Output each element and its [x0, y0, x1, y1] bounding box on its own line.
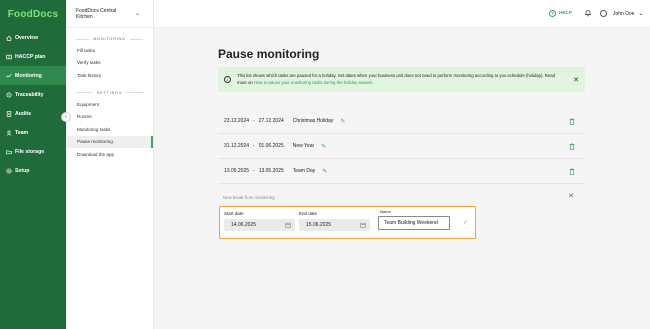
sidebar-item-pause-monitoring[interactable]: Pause monitoring: [66, 135, 153, 149]
logo[interactable]: FoodDocs: [0, 0, 66, 28]
top-bar: ? HELP John Doe ⌄: [154, 0, 650, 28]
date-separator: -: [253, 168, 255, 174]
check-icon[interactable]: ✓: [463, 219, 468, 226]
start-date-label: Start date: [224, 211, 244, 216]
info-icon: i: [224, 76, 231, 83]
name-label: Name: [380, 209, 391, 214]
nav-label: Setup: [15, 167, 30, 174]
close-icon[interactable]: ✕: [573, 76, 579, 84]
edit-icon[interactable]: ✎: [322, 168, 327, 175]
collapse-sidebar-button[interactable]: ‹: [61, 112, 71, 122]
break-row: 13.05.2025 - 13.05.2025 Team Day ✎: [218, 159, 585, 184]
sidebar-item-rooms[interactable]: Rooms: [66, 110, 153, 123]
break-row: 23.12.2024 - 27.12.2024 Christmas Holida…: [218, 109, 585, 134]
start-date-field[interactable]: 14.06.2025: [224, 219, 295, 231]
team-icon: [6, 130, 12, 136]
calendar-icon: [360, 222, 366, 228]
break-name: Christmas Holiday: [292, 118, 334, 124]
break-start: 31.12.2024: [224, 143, 250, 149]
sidebar-item-task-history[interactable]: Task history: [66, 69, 153, 82]
edit-icon[interactable]: ✎: [321, 143, 326, 150]
break-end: 01.06.2025: [258, 143, 284, 149]
break-end: 27.12.2024: [258, 118, 284, 124]
chevron-down-icon: ⌄: [135, 10, 141, 17]
audits-icon: [6, 110, 12, 117]
sidebar-item-monitoring-tasks[interactable]: Monitoring tasks: [66, 123, 153, 136]
sidebar-item-equipment[interactable]: Equipment: [66, 98, 153, 111]
name-input[interactable]: Team Building Weekend: [378, 216, 450, 230]
setup-icon: [6, 167, 12, 174]
nav-item-haccp-plan[interactable]: HACCP plan: [0, 47, 66, 66]
name-value: Team Building Weekend: [384, 220, 438, 226]
trash-icon[interactable]: [569, 142, 575, 150]
business-unit-name: FoodDocs Central Kitchen: [76, 7, 117, 20]
user-menu[interactable]: John Doe ⌄: [600, 10, 643, 17]
break-name: New Year: [292, 143, 315, 149]
break-name: Team Day: [292, 168, 316, 174]
section-settings: SETTINGS: [66, 91, 153, 95]
overview-icon: [6, 35, 12, 41]
trash-icon[interactable]: [569, 117, 575, 125]
nav-item-monitoring[interactable]: Monitoring: [0, 66, 66, 85]
nav-item-traceability[interactable]: Traceability: [0, 85, 66, 104]
user-name: John Doe: [613, 10, 635, 17]
main-nav: FoodDocs Overview HACCP plan Monitoring …: [0, 0, 66, 329]
nav-label: HACCP plan: [15, 53, 46, 60]
close-icon[interactable]: ✕: [568, 192, 574, 200]
nav-label: File storage: [15, 148, 45, 155]
edit-icon[interactable]: ✎: [340, 118, 345, 125]
avatar: [600, 10, 607, 17]
help-icon: ?: [549, 10, 556, 17]
end-date-label: End date: [299, 211, 318, 216]
haccp-icon: [6, 54, 12, 60]
start-date-value: 14.06.2025: [231, 222, 257, 228]
end-date-value: 15.06.2025: [306, 222, 332, 228]
file-storage-icon: [6, 149, 12, 155]
traceability-icon: [6, 92, 12, 98]
monitoring-icon: [6, 73, 12, 79]
break-start: 23.12.2024: [224, 118, 250, 124]
nav-item-file-storage[interactable]: File storage: [0, 142, 66, 161]
bell-icon[interactable]: [584, 9, 592, 17]
chevron-down-icon: ⌄: [638, 11, 644, 17]
new-break-form: Start date 14.06.2025 End date 15.06.202…: [219, 206, 476, 239]
info-banner: i This list shows which tasks are paused…: [218, 67, 585, 92]
nav-label: Audits: [15, 110, 32, 117]
sidebar-item-download-app[interactable]: Download the app: [66, 148, 153, 161]
secondary-sidebar: FoodDocs Central Kitchen ⌄ MONITORING Fi…: [66, 0, 154, 329]
nav-item-overview[interactable]: Overview: [0, 28, 66, 47]
break-start: 13.05.2025: [224, 168, 250, 174]
chevron-left-icon: ‹: [65, 114, 67, 120]
nav-label: Overview: [15, 34, 39, 41]
nav-label: Traceability: [15, 91, 44, 98]
sidebar-item-verify-tasks[interactable]: Verify tasks: [66, 57, 153, 70]
nav-label: Team: [15, 129, 29, 136]
business-unit-selector[interactable]: FoodDocs Central Kitchen ⌄: [66, 0, 153, 28]
help-label: HELP: [559, 11, 572, 16]
sidebar-item-fill-tasks[interactable]: Fill tasks: [66, 44, 153, 57]
help-button[interactable]: ? HELP: [549, 10, 572, 17]
page-title: Pause monitoring: [218, 47, 320, 61]
nav-item-setup[interactable]: Setup: [0, 161, 66, 180]
date-separator: -: [253, 118, 255, 124]
new-break-label: New break from monitoring: [223, 195, 275, 200]
nav-item-team[interactable]: Team: [0, 123, 66, 142]
info-link[interactable]: How to pause your monitoring tasks durin…: [254, 80, 374, 85]
date-separator: -: [253, 143, 255, 149]
break-end: 13.05.2025: [258, 168, 284, 174]
calendar-icon: [285, 222, 291, 228]
end-date-field[interactable]: 15.06.2025: [299, 219, 370, 231]
break-row: 31.12.2024 - 01.06.2025 New Year ✎: [218, 134, 585, 159]
nav-item-audits[interactable]: Audits: [0, 104, 66, 123]
trash-icon[interactable]: [569, 167, 575, 175]
nav-label: Monitoring: [15, 72, 42, 79]
section-monitoring: MONITORING: [66, 37, 153, 41]
